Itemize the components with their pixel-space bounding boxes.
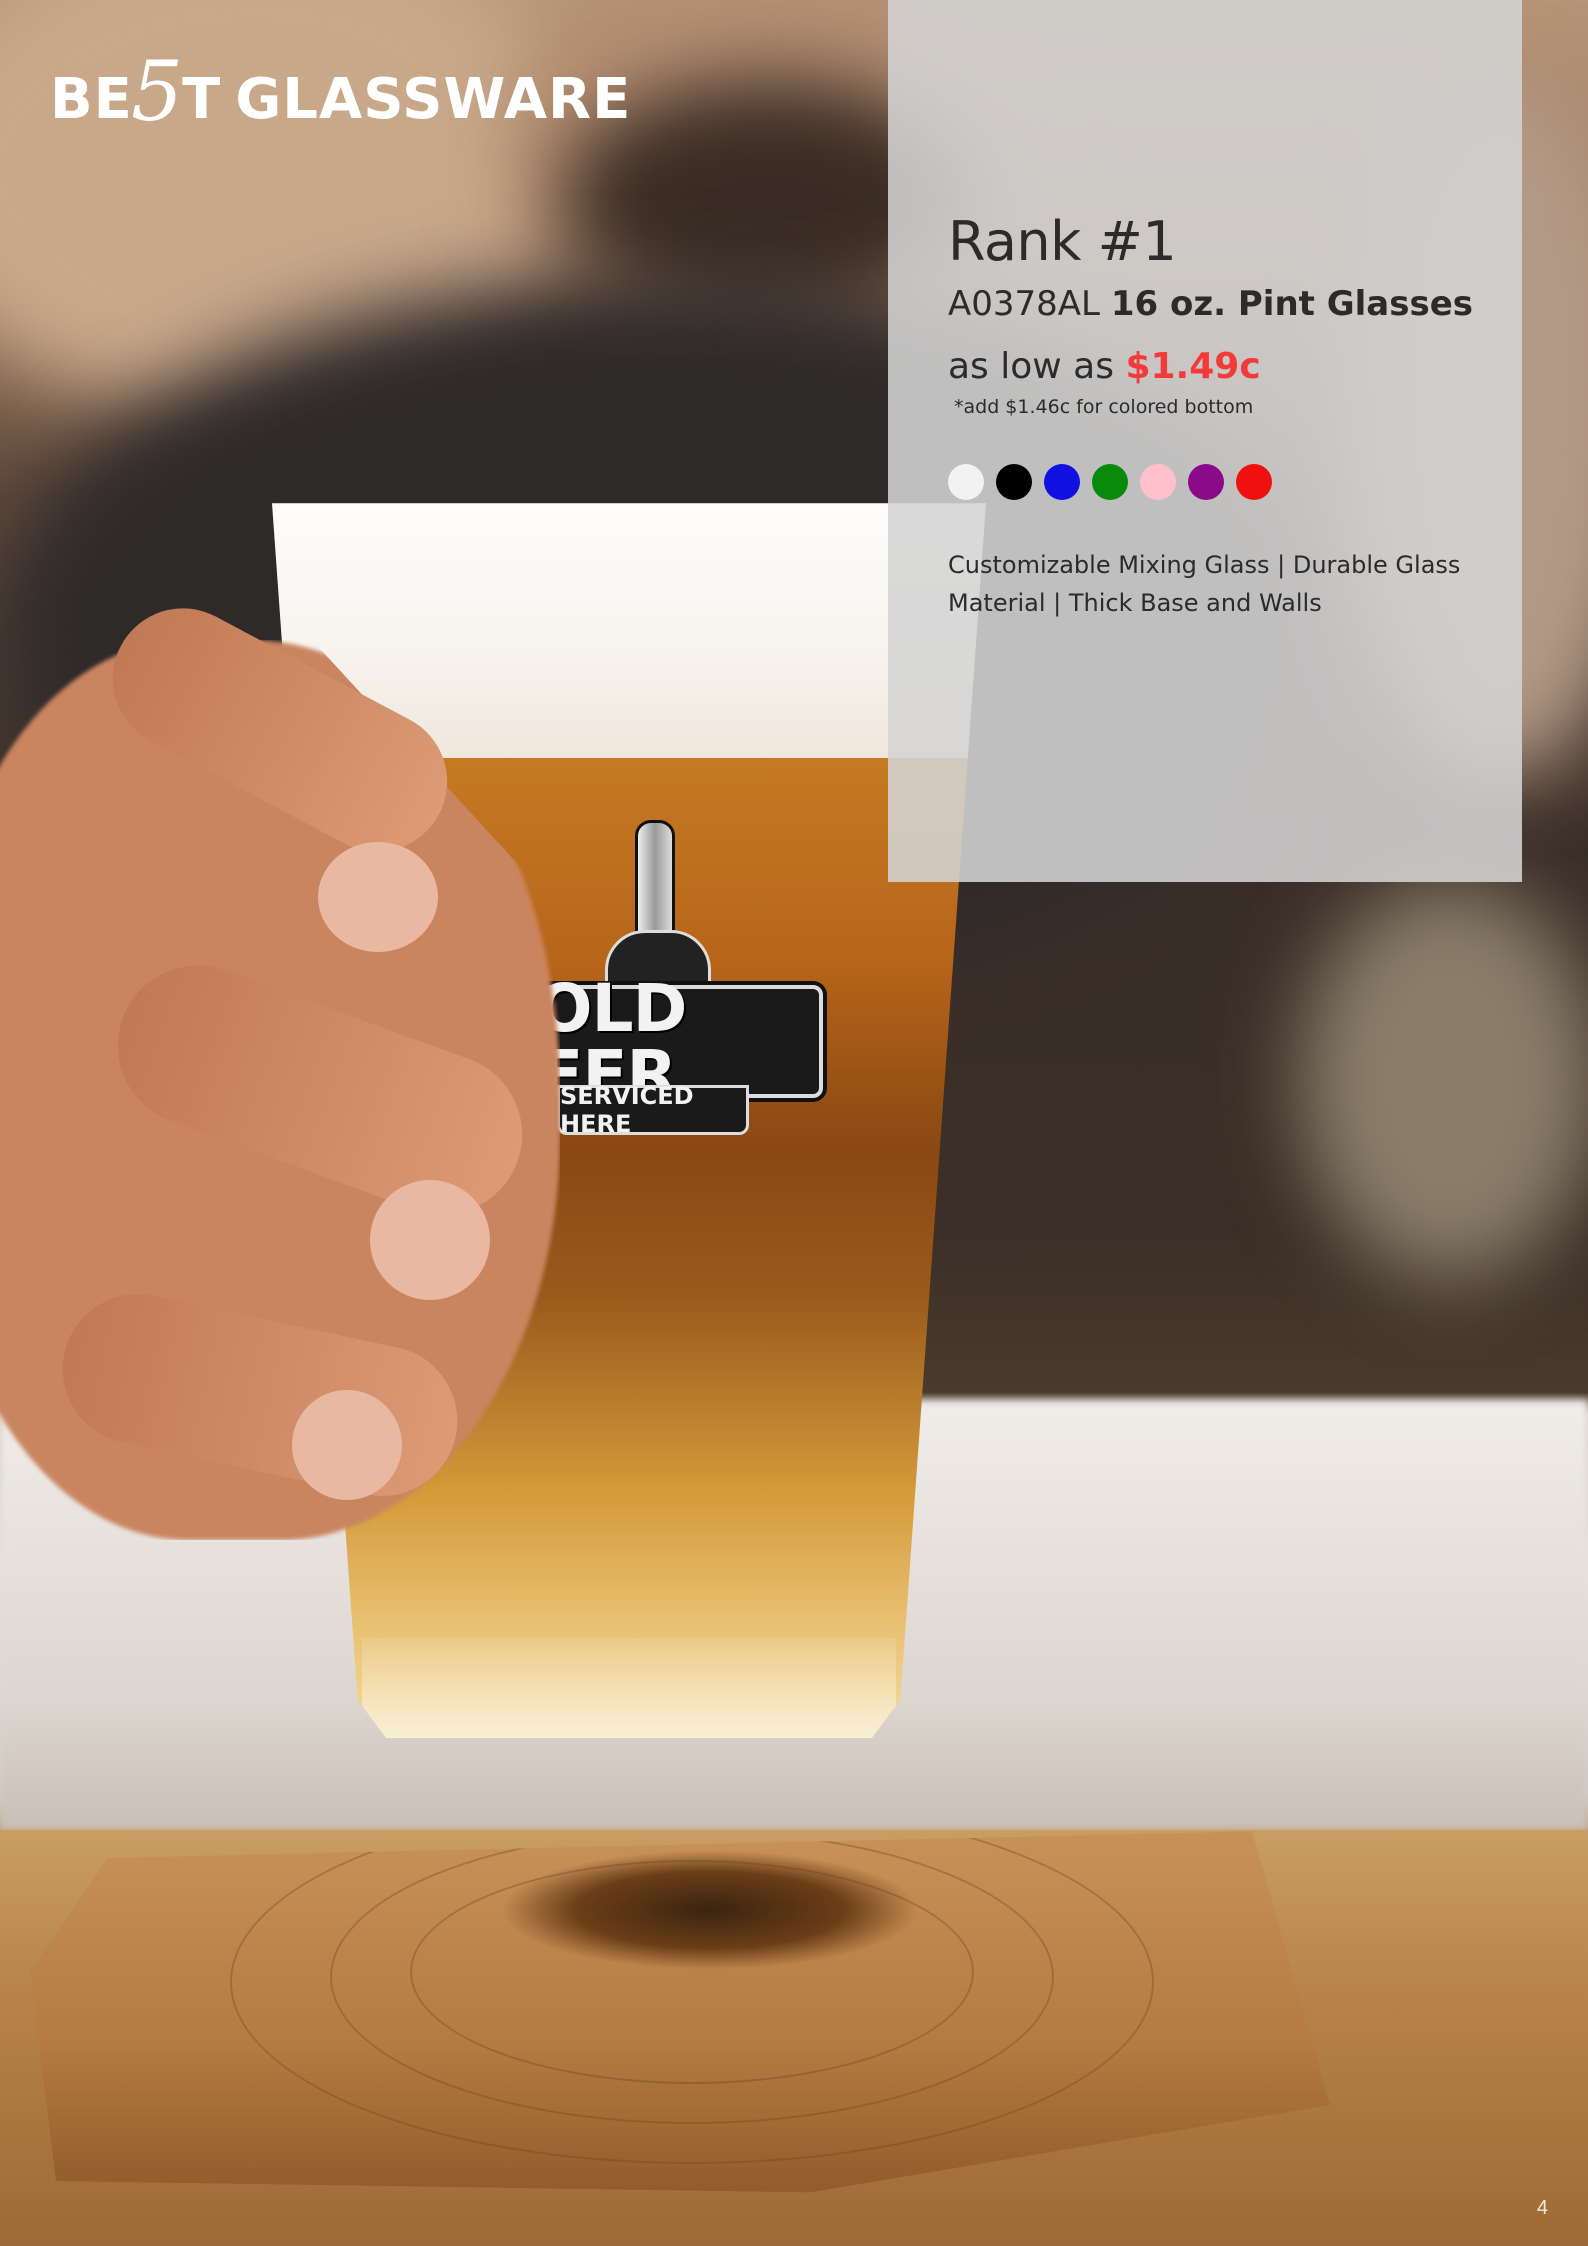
index-fingernail [318, 842, 438, 952]
decal-subplate: SERVICED HERE [557, 1082, 749, 1138]
page-number: 4 [1536, 2197, 1548, 2219]
product-name: 16 oz. Pint Glasses [1110, 284, 1474, 324]
logo-text-part1: BE [50, 67, 133, 132]
glass-base [362, 1638, 896, 1738]
middle-fingernail [370, 1180, 490, 1300]
price-value: $1.49c [1125, 346, 1261, 387]
price-note: *add $1.46c for colored bottom [954, 396, 1254, 418]
product-title: A0378AL 16 oz. Pint Glasses [948, 284, 1473, 324]
color-swatch-green[interactable] [1092, 464, 1128, 500]
decal-sub-text: SERVICED HERE [560, 1082, 694, 1138]
logo-text-part3: T [182, 67, 222, 132]
color-swatches [948, 464, 1272, 500]
beer-stain [500, 1850, 920, 1970]
logo-stylized-5: 5 [130, 45, 185, 140]
color-swatch-black[interactable] [996, 464, 1032, 500]
product-rank: Rank #1 [948, 210, 1177, 273]
product-description: Customizable Mixing Glass | Durable Glas… [948, 551, 1461, 617]
ring-fingernail [292, 1390, 402, 1500]
product-sku: A0378AL [948, 284, 1100, 324]
color-swatch-red[interactable] [1236, 464, 1272, 500]
color-swatch-purple[interactable] [1188, 464, 1224, 500]
color-swatch-white[interactable] [948, 464, 984, 500]
price-line: as low as $1.49c [948, 346, 1261, 387]
price-prefix: as low as [948, 346, 1114, 387]
brand-logo: BE 5 T GLASSWARE [50, 42, 632, 140]
logo-text-glassware: GLASSWARE [235, 67, 632, 132]
color-swatch-pink[interactable] [1140, 464, 1176, 500]
color-swatch-blue[interactable] [1044, 464, 1080, 500]
product-info-panel: Rank #1 A0378AL 16 oz. Pint Glasses as l… [888, 0, 1522, 882]
